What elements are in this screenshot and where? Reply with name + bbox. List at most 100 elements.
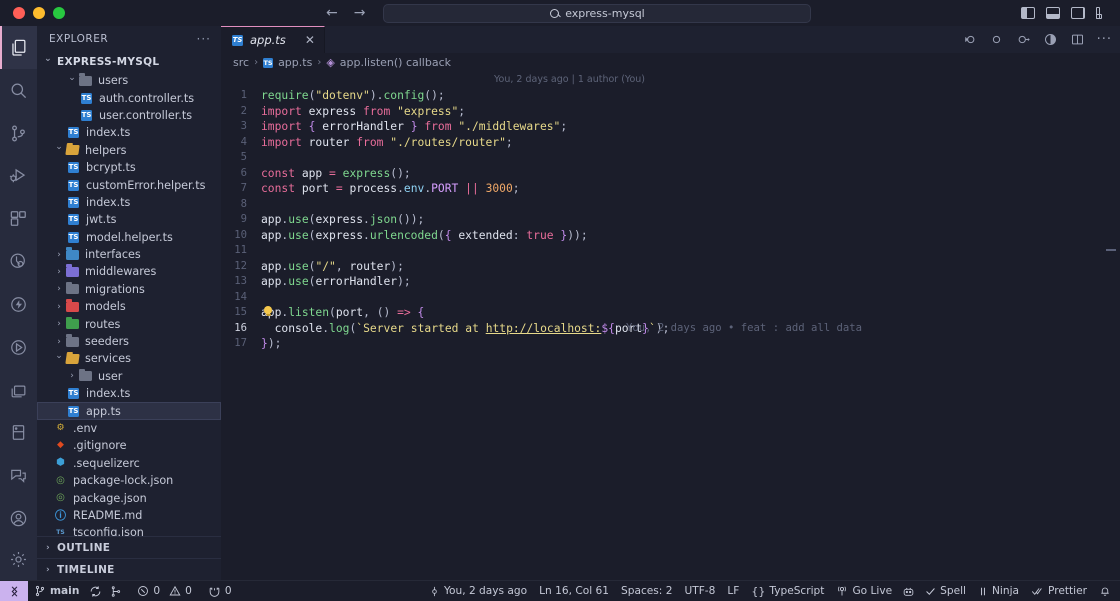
tree-file-index-ts[interactable]: TS index.ts (37, 194, 221, 211)
arrow-left-icon[interactable]: ← (326, 6, 338, 20)
code-line[interactable]: 4 import router from "./routes/router"; (221, 135, 1120, 151)
sidebar-item-extensions[interactable] (0, 197, 37, 240)
quick-fix-lightbulb-icon[interactable] (264, 306, 273, 317)
code-line[interactable]: 8 (221, 197, 1120, 213)
tree-file--sequelizerc[interactable]: ⬢ .sequelizerc (37, 455, 221, 472)
status-indentation[interactable]: Spaces: 2 (615, 581, 678, 601)
tree-file-app-ts[interactable]: TS app.ts (37, 402, 221, 421)
status-spell-checker[interactable]: Spell (919, 581, 972, 601)
tree-file-readme-md[interactable]: ⓘ README.md (37, 507, 221, 524)
tree-folder-users[interactable]: users (37, 72, 221, 89)
sidebar-item-run-and-debug[interactable] (0, 154, 37, 197)
status-notifications[interactable] (1093, 581, 1120, 601)
status-language-mode[interactable]: {} TypeScript (745, 581, 830, 601)
workspace-root-folder[interactable]: EXPRESS-MYSQL (37, 52, 221, 72)
tree-file-index-ts[interactable]: TS index.ts (37, 385, 221, 402)
tree-file-model-helper-ts[interactable]: TS model.helper.ts (37, 229, 221, 246)
coverage-icon[interactable] (1043, 32, 1058, 47)
code-line[interactable]: 16 console.log(`Server started at http:/… (221, 319, 1120, 337)
sidebar-item-search[interactable] (0, 69, 37, 112)
tree-folder-seeders[interactable]: seeders (37, 333, 221, 350)
code-line[interactable]: 5 (221, 150, 1120, 166)
code-editor[interactable]: You, 2 days ago | 1 author (You) 1 requir… (221, 72, 1120, 580)
tree-file-index-ts[interactable]: TS index.ts (37, 124, 221, 141)
command-center-search[interactable]: express-mysql (383, 3, 812, 23)
sidebar-item-comments[interactable] (0, 454, 37, 497)
tree-folder-models[interactable]: models (37, 298, 221, 315)
code-line[interactable]: 2 import express from "express"; (221, 104, 1120, 120)
sidebar-item-testing[interactable] (0, 240, 37, 283)
file-tree[interactable]: EXPRESS-MYSQL usersTSauth.controller.tsT… (37, 52, 221, 536)
tree-folder-routes[interactable]: routes (37, 315, 221, 332)
toggle-secondary-sidebar-icon[interactable] (1071, 7, 1085, 19)
sidebar-item-settings[interactable] (0, 540, 37, 580)
code-line[interactable]: 1 require("dotenv").config(); (221, 88, 1120, 104)
tree-file-user-controller-ts[interactable]: TS user.controller.ts (37, 107, 221, 124)
tree-folder-middlewares[interactable]: middlewares (37, 263, 221, 280)
sidebar-item-source-control[interactable] (0, 112, 37, 155)
tree-file-tsconfig-json[interactable]: TS tsconfig.json (37, 524, 221, 536)
code-line[interactable]: 15 app.listen(port, () => { (221, 305, 1120, 321)
customize-layout-icon[interactable] (1096, 7, 1110, 19)
outline-section[interactable]: OUTLINE (37, 536, 221, 558)
tree-file-customerror-helper-ts[interactable]: TS customError.helper.ts (37, 176, 221, 193)
editor-scrollbar[interactable] (1106, 249, 1116, 251)
code-line[interactable]: 13 app.use(errorHandler); (221, 274, 1120, 290)
breadcrumb-item-src[interactable]: src (233, 56, 249, 69)
sidebar-item-bookmarks[interactable] (0, 411, 37, 454)
tree-folder-interfaces[interactable]: interfaces (37, 246, 221, 263)
status-cursor-position[interactable]: Ln 16, Col 61 (533, 581, 615, 601)
status-ninja[interactable]: Ninja (972, 581, 1025, 601)
status-git-graph[interactable] (106, 581, 127, 601)
status-problems[interactable]: 0 0 (131, 581, 198, 601)
status-sync[interactable] (85, 581, 106, 601)
code-line[interactable]: 14 (221, 290, 1120, 306)
tree-folder-migrations[interactable]: migrations (37, 281, 221, 298)
minimize-window-button[interactable] (33, 7, 45, 19)
tree-folder-services[interactable]: services (37, 350, 221, 367)
status-ports[interactable]: 0 (202, 581, 238, 601)
tree-file-bcrypt-ts[interactable]: TS bcrypt.ts (37, 159, 221, 176)
split-editor-icon[interactable] (1070, 32, 1085, 47)
debug-step-back-icon[interactable] (962, 32, 977, 47)
tree-file-package-lock-json[interactable]: ◎ package-lock.json (37, 472, 221, 489)
status-eol[interactable]: LF (721, 581, 745, 601)
code-line[interactable]: 9 app.use(express.json()); (221, 212, 1120, 228)
tree-file-jwt-ts[interactable]: TS jwt.ts (37, 211, 221, 228)
status-ai-assistant[interactable] (898, 581, 919, 601)
tree-file-auth-controller-ts[interactable]: TS auth.controller.ts (37, 89, 221, 106)
tab-app-ts[interactable]: TS app.ts ✕ (221, 26, 325, 53)
tree-file-package-json[interactable]: ◎ package.json (37, 489, 221, 506)
sidebar-item-accounts[interactable] (0, 497, 37, 540)
sidebar-item-database-client[interactable] (0, 326, 37, 369)
status-remote-host[interactable] (0, 580, 28, 601)
code-line[interactable]: 12 app.use("/", router); (221, 259, 1120, 275)
code-line[interactable]: 10 app.use(express.urlencoded({ extended:… (221, 228, 1120, 244)
tree-folder-user[interactable]: user (37, 368, 221, 385)
debug-pause-icon[interactable] (989, 32, 1004, 47)
arrow-right-icon[interactable]: → (354, 6, 366, 20)
tree-file--gitignore[interactable]: ◆ .gitignore (37, 437, 221, 454)
tree-file--env[interactable]: ⚙ .env (37, 420, 221, 437)
code-line[interactable]: 7 const port = process.env.PORT || 3000; (221, 181, 1120, 197)
toggle-panel-icon[interactable] (1046, 7, 1060, 19)
status-go-live[interactable]: Go Live (830, 581, 898, 601)
debug-step-into-icon[interactable] (1016, 32, 1031, 47)
more-actions-icon[interactable]: ··· (1097, 33, 1112, 46)
code-line[interactable]: 11 (221, 243, 1120, 259)
sidebar-item-remote-explorer[interactable] (0, 369, 37, 412)
code-line[interactable]: 3 import { errorHandler } from "./middlew… (221, 119, 1120, 135)
toggle-primary-sidebar-icon[interactable] (1021, 7, 1035, 19)
sidebar-item-thunder-client[interactable] (0, 283, 37, 326)
sidebar-item-explorer[interactable] (0, 26, 37, 69)
status-encoding[interactable]: UTF-8 (678, 581, 721, 601)
close-window-button[interactable] (13, 7, 25, 19)
code-line[interactable]: 6 const app = express(); (221, 166, 1120, 182)
code-line[interactable]: 17}); (221, 336, 1120, 352)
status-branch[interactable]: main (28, 581, 85, 601)
close-icon[interactable]: ✕ (305, 33, 315, 47)
status-prettier[interactable]: Prettier (1025, 581, 1093, 601)
breadcrumb-item-symbol[interactable]: app.listen() callback (340, 56, 451, 69)
maximize-window-button[interactable] (53, 7, 65, 19)
tree-folder-helpers[interactable]: helpers (37, 142, 221, 159)
